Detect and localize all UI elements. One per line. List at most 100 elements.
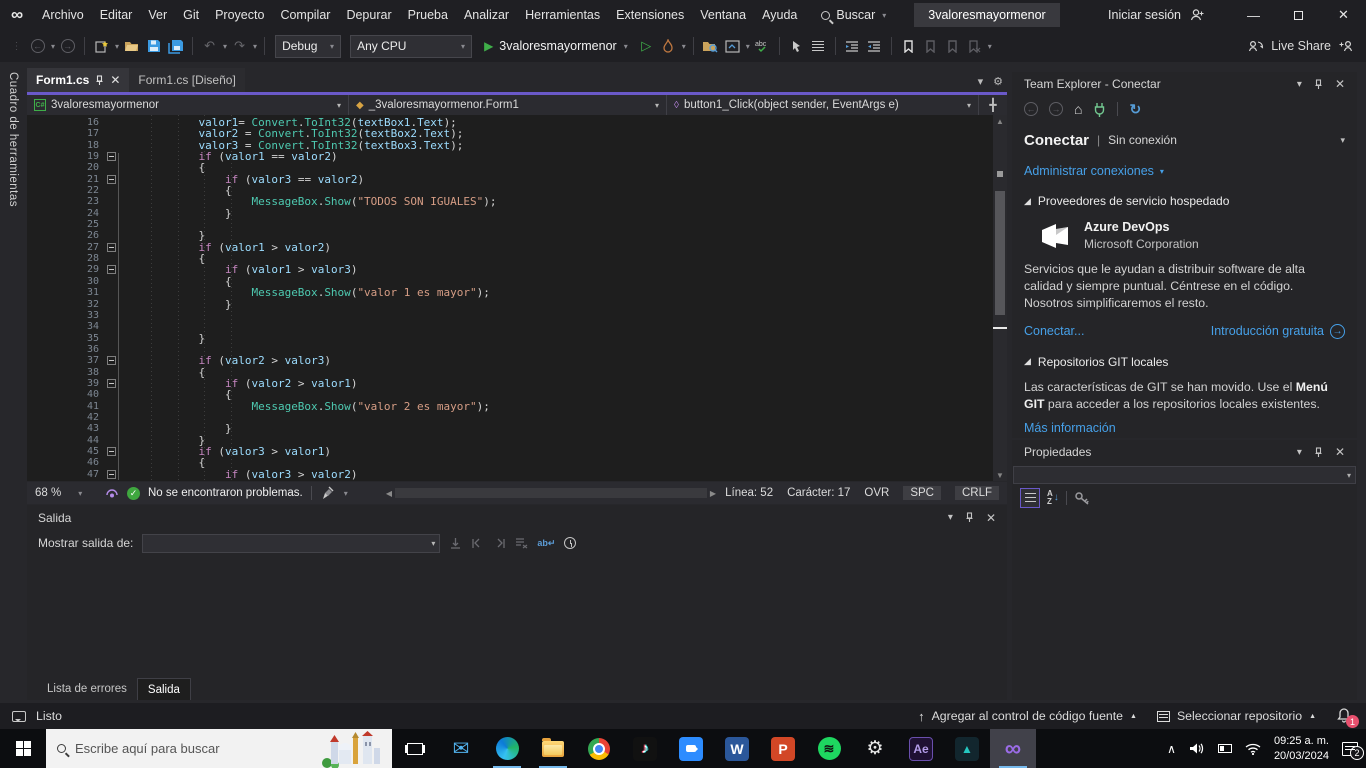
scroll-left-icon[interactable]: ◀ — [383, 489, 395, 498]
chevron-down-icon[interactable]: ▾ — [115, 42, 119, 51]
object-select[interactable]: ▾ — [1013, 466, 1356, 484]
page-select-chevron-icon[interactable]: ▾ — [1340, 135, 1345, 146]
chevron-down-icon[interactable]: ▾ — [344, 489, 348, 498]
hscroll-track[interactable] — [395, 488, 707, 498]
fold-collapse-icon[interactable] — [107, 378, 116, 388]
manage-connections-link[interactable]: Administrar conexiones ▾ — [1024, 164, 1345, 178]
close-tab-icon[interactable]: ✕ — [110, 73, 120, 87]
task-view-button[interactable] — [392, 729, 438, 768]
split-editor-icon[interactable]: ╋ — [979, 95, 1007, 115]
solution-platform-select[interactable]: Any CPU ▾ — [350, 34, 473, 58]
code-editor[interactable]: 16 valor1= Convert.ToInt32(textBox1.Text… — [27, 115, 1007, 481]
toggle-bookmark-button[interactable] — [899, 35, 918, 57]
taskbar-app-word[interactable]: W — [714, 729, 760, 768]
fold-collapse-icon[interactable] — [107, 152, 116, 162]
pin-icon[interactable] — [1314, 446, 1323, 458]
clear-bookmarks-button[interactable] — [965, 35, 984, 57]
toolbar-drag-handle[interactable]: ⋮ — [6, 35, 25, 57]
tab-form1-cs-designer[interactable]: Form1.cs [Diseño] — [129, 68, 245, 92]
zoom-select[interactable]: 68 % ▾ — [35, 487, 97, 499]
section-hosted-providers[interactable]: ◢ Proveedores de servicio hospedado — [1024, 194, 1345, 208]
editor-health-icon[interactable] — [105, 486, 119, 500]
output-panel-header[interactable]: Salida ▾ ✕ — [27, 505, 1007, 530]
menu-ver[interactable]: Ver — [140, 0, 175, 30]
clear-all-icon[interactable] — [515, 537, 528, 549]
open-file-button[interactable] — [122, 35, 141, 57]
pin-icon[interactable] — [1314, 78, 1323, 90]
start-button[interactable] — [0, 729, 46, 768]
taskbar-app-after-effects[interactable]: Ae — [898, 729, 944, 768]
menu-herramientas[interactable]: Herramientas — [517, 0, 608, 30]
start-without-debugging-button[interactable]: ▷ — [637, 35, 656, 57]
properties-header[interactable]: Propiedades ▾ ✕ — [1012, 440, 1357, 464]
hot-reload-button[interactable] — [659, 35, 678, 57]
member-dropdown[interactable]: ◊ button1_Click(object sender, EventArgs… — [667, 95, 979, 115]
tab-lista-de-errores[interactable]: Lista de errores — [37, 678, 137, 700]
save-all-button[interactable] — [166, 35, 185, 57]
panel-menu-chevron-icon[interactable]: ▾ — [1297, 447, 1302, 458]
horizontal-scrollbar[interactable]: ◀ ▶ — [383, 486, 719, 500]
notifications-button[interactable]: 1 — [1336, 707, 1359, 728]
taskbar-clock[interactable]: 09:25 a. m. 20/03/2024 — [1274, 734, 1329, 763]
taskbar-app-chrome[interactable] — [576, 729, 622, 768]
chevron-down-icon[interactable]: ▾ — [988, 42, 992, 51]
navigate-cursor-button[interactable] — [787, 35, 806, 57]
output-source-select[interactable]: ▾ — [142, 533, 441, 553]
timestamp-icon[interactable] — [564, 537, 577, 549]
taskbar-app-file-explorer[interactable] — [530, 729, 576, 768]
menu-compilar[interactable]: Compilar — [272, 0, 338, 30]
chevron-down-icon[interactable]: ▾ — [682, 42, 686, 51]
spell-check-button[interactable]: abc — [753, 35, 772, 57]
taskbar-app-visual-studio[interactable]: ∞ — [990, 729, 1036, 768]
taskbar-app-zoom[interactable] — [668, 729, 714, 768]
tab-salida[interactable]: Salida — [136, 678, 191, 700]
menu-analizar[interactable]: Analizar — [456, 0, 517, 30]
taskbar-app-powerpoint[interactable]: P — [760, 729, 806, 768]
next-bookmark-button[interactable] — [943, 35, 962, 57]
code-line[interactable]: 32 } — [27, 298, 1007, 310]
prev-message-icon[interactable] — [471, 538, 484, 549]
solution-configuration-select[interactable]: Debug ▾ — [275, 34, 342, 58]
categorized-view-button[interactable] — [1020, 488, 1040, 508]
scroll-up-icon[interactable]: ▲ — [993, 115, 1007, 127]
search-button[interactable]: Buscar ▾ — [821, 8, 886, 22]
taskbar-app-settings[interactable]: ⚙ — [852, 729, 898, 768]
chevron-down-icon[interactable]: ▾ — [223, 42, 227, 51]
code-line[interactable]: 41 MessageBox.Show("valor 2 es mayor"); — [27, 400, 1007, 412]
property-pages-key-icon[interactable] — [1074, 491, 1090, 505]
tab-list-chevron-icon[interactable]: ▾ — [978, 75, 984, 88]
vertical-scrollbar[interactable]: ▲ ▼ — [993, 115, 1007, 481]
code-line[interactable]: 47 if (valor3 > valor2) — [27, 468, 1007, 480]
find-message-icon[interactable] — [449, 537, 462, 550]
sign-in-button[interactable]: Iniciar sesión — [1108, 8, 1205, 22]
volume-icon[interactable] — [1189, 742, 1205, 755]
code-line[interactable]: 35 } — [27, 332, 1007, 344]
close-panel-icon[interactable]: ✕ — [1335, 445, 1345, 459]
scroll-down-icon[interactable]: ▼ — [993, 469, 1007, 481]
action-center-icon[interactable]: 2 — [1342, 741, 1364, 760]
fold-collapse-icon[interactable] — [107, 446, 116, 456]
menu-depurar[interactable]: Depurar — [338, 0, 399, 30]
fold-collapse-icon[interactable] — [107, 242, 116, 252]
increase-indent-button[interactable] — [865, 35, 884, 57]
word-wrap-icon[interactable]: ab↵ — [537, 538, 555, 549]
close-button[interactable]: ✕ — [1321, 0, 1366, 30]
undo-button[interactable]: ↶ — [200, 35, 219, 57]
scrollbar-thumb[interactable] — [995, 191, 1005, 315]
menu-editar[interactable]: Editar — [92, 0, 141, 30]
document-outline-button[interactable] — [809, 35, 828, 57]
back-icon[interactable]: ← — [1024, 102, 1038, 116]
taskbar-app-edge[interactable] — [484, 729, 530, 768]
output-content[interactable] — [27, 556, 1007, 672]
live-share-button[interactable]: Live Share — [1248, 30, 1354, 62]
find-in-files-button[interactable] — [701, 35, 720, 57]
line-ending-indicator[interactable]: CRLF — [954, 486, 999, 500]
menu-ventana[interactable]: Ventana — [692, 0, 754, 30]
alphabetical-sort-button[interactable]: A Z ↓ — [1047, 490, 1059, 506]
taskbar-app-mail[interactable]: ✉ — [438, 729, 484, 768]
select-repository-button[interactable]: Seleccionar repositorio ▲ — [1156, 709, 1316, 723]
pin-icon[interactable] — [965, 512, 974, 523]
toolbox-vertical-tab[interactable]: Cuadro de herramientas — [7, 62, 19, 207]
chevron-down-icon[interactable]: ▾ — [253, 42, 257, 51]
connect-link[interactable]: Conectar... — [1024, 324, 1084, 338]
